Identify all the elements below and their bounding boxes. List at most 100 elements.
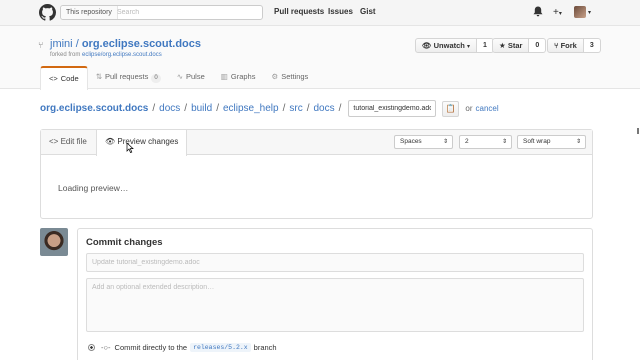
breadcrumb-link[interactable]: src — [289, 103, 302, 114]
github-logo-icon[interactable] — [39, 4, 56, 21]
window-edge-marker — [637, 128, 639, 134]
indent-size-select[interactable]: 2 ⇕ — [459, 135, 512, 149]
search-input[interactable] — [117, 7, 257, 18]
repo-owner-link[interactable]: jmini — [50, 38, 73, 50]
caret-down-icon[interactable]: ▾ — [588, 7, 591, 20]
breadcrumb-separator: / — [282, 103, 286, 114]
file-editor: <> Edit file 👁 Preview changes Spaces ⇕ 2… — [40, 129, 593, 219]
user-avatar[interactable] — [574, 6, 586, 18]
fork-count[interactable]: 3 — [583, 38, 601, 53]
select-arrows-icon: ⇕ — [575, 139, 581, 145]
or-text: or — [465, 104, 473, 113]
tab-edit-file-label: Edit file — [60, 137, 87, 146]
repo-title: jmini / org.eclipse.scout.docs — [50, 38, 201, 50]
site-header: This repository Pull requests Issues Gis… — [0, 0, 640, 26]
commit-title: Commit changes — [86, 237, 163, 248]
breadcrumb-link[interactable]: docs — [314, 103, 335, 114]
search-box[interactable]: This repository — [60, 5, 263, 20]
repo-forked-icon: ⑂ — [38, 40, 44, 50]
fork-prefix: forked from — [50, 52, 83, 58]
fork-source-link[interactable]: eclipse/org.eclipse.scout.docs — [82, 52, 162, 58]
breadcrumb-link[interactable]: build — [191, 103, 212, 114]
nav-issues[interactable]: Issues — [328, 7, 353, 16]
star-icon: ★ — [499, 41, 506, 50]
fork-icon: ⑂ — [554, 41, 559, 50]
indent-size-value: 2 — [465, 138, 469, 145]
tab-graphs-label: Graphs — [230, 72, 256, 81]
commit-direct-prefix: Commit directly to the — [114, 343, 188, 352]
gear-icon: ⚙ — [271, 72, 279, 81]
clipboard-icon: 📋 — [445, 103, 456, 113]
tab-pulse-label: Pulse — [186, 72, 205, 81]
caret-down-icon: ▾ — [558, 11, 562, 17]
select-arrows-icon: ⇕ — [501, 139, 507, 145]
select-arrows-icon: ⇕ — [442, 139, 448, 145]
breadcrumb-root-link[interactable]: org.eclipse.scout.docs — [40, 103, 148, 114]
breadcrumb-separator: / — [338, 103, 342, 114]
tab-code-label: Code — [60, 74, 79, 83]
commit-form: Commit changes -○- Commit directly to th… — [77, 228, 593, 360]
tab-settings-label: Settings — [281, 72, 309, 81]
tab-pulse[interactable]: ∿ Pulse — [169, 66, 213, 89]
search-scope-label: This repository — [61, 6, 118, 19]
commit-direct-suffix: branch — [253, 343, 277, 352]
cancel-link[interactable]: cancel — [476, 104, 499, 113]
breadcrumb-separator: / — [184, 103, 188, 114]
breadcrumb-separator: / — [306, 103, 310, 114]
star-label: Star — [507, 41, 523, 50]
star-group: ★ Star 0 — [492, 38, 547, 53]
eye-icon: 👁 — [105, 137, 116, 146]
caret-down-icon: ▾ — [466, 44, 470, 50]
repo-header: ⑂ jmini / org.eclipse.scout.docs forked … — [0, 26, 640, 90]
committer-avatar — [40, 228, 68, 256]
unwatch-label: Unwatch — [433, 41, 465, 50]
pull-requests-count: 0 — [151, 74, 161, 83]
tab-edit-file[interactable]: <> Edit file — [41, 130, 95, 155]
editor-toolbar: <> Edit file 👁 Preview changes Spaces ⇕ 2… — [41, 130, 592, 156]
repo-name-link[interactable]: org.eclipse.scout.docs — [82, 38, 201, 50]
wrap-mode-select[interactable]: Soft wrap ⇕ — [517, 135, 586, 149]
git-commit-icon: -○- — [101, 343, 111, 352]
breadcrumb-link[interactable]: eclipse_help — [223, 103, 279, 114]
preview-loading-text: Loading preview… — [58, 183, 129, 193]
commit-direct-option[interactable]: -○- Commit directly to the releases/5.2.… — [88, 343, 277, 352]
star-count[interactable]: 0 — [529, 38, 547, 53]
nav-pull-requests[interactable]: Pull requests — [274, 7, 324, 16]
tab-settings[interactable]: ⚙ Settings — [263, 66, 316, 89]
fork-group: ⑂ Fork 3 — [547, 38, 601, 53]
star-button[interactable]: ★ Star — [492, 38, 530, 53]
commit-direct-radio[interactable] — [88, 344, 95, 351]
graph-icon: ▥ — [220, 72, 228, 81]
tab-preview-changes[interactable]: 👁 Preview changes — [96, 130, 188, 156]
pulse-icon: ∿ — [176, 72, 183, 81]
tab-graphs[interactable]: ▥ Graphs — [213, 66, 264, 89]
breadcrumb-separator: / — [216, 103, 219, 114]
mouse-cursor-icon — [126, 143, 134, 153]
commit-description-textarea[interactable] — [86, 278, 584, 332]
clipboard-button[interactable]: 📋 — [442, 100, 460, 117]
tab-pull-requests[interactable]: ⇅ Pull requests 0 — [88, 66, 169, 89]
code-icon: <> — [49, 137, 59, 146]
filename-input[interactable] — [348, 100, 437, 117]
indent-mode-select[interactable]: Spaces ⇕ — [394, 135, 453, 149]
code-icon: <> — [49, 74, 58, 83]
unwatch-button[interactable]: 👁 Unwatch ▾ — [415, 38, 477, 53]
tab-code[interactable]: <> Code — [40, 66, 88, 90]
eye-icon: 👁 — [422, 41, 432, 50]
fork-note: forked from eclipse/org.eclipse.scout.do… — [50, 52, 162, 58]
nav-gist[interactable]: Gist — [360, 7, 376, 16]
breadcrumb-link[interactable]: docs — [159, 103, 180, 114]
plus-icon[interactable]: +▾ — [553, 6, 562, 19]
bell-icon[interactable] — [533, 6, 543, 19]
tab-pull-requests-label: Pull requests — [105, 72, 149, 81]
wrap-mode-value: Soft wrap — [523, 138, 551, 145]
pull-request-icon: ⇅ — [95, 72, 102, 81]
fork-button[interactable]: ⑂ Fork — [547, 38, 584, 53]
fork-label: Fork — [560, 41, 577, 50]
watch-group: 👁 Unwatch ▾ 1 — [415, 38, 494, 53]
repo-nav: <> Code ⇅ Pull requests 0 ∿ Pulse ▥ Graphs ⚙ S… — [40, 66, 316, 90]
breadcrumb: org.eclipse.scout.docs / docs / build / … — [40, 100, 499, 117]
commit-message-input[interactable] — [86, 253, 584, 272]
breadcrumb-separator: / — [152, 103, 156, 114]
indent-mode-value: Spaces — [400, 138, 422, 145]
